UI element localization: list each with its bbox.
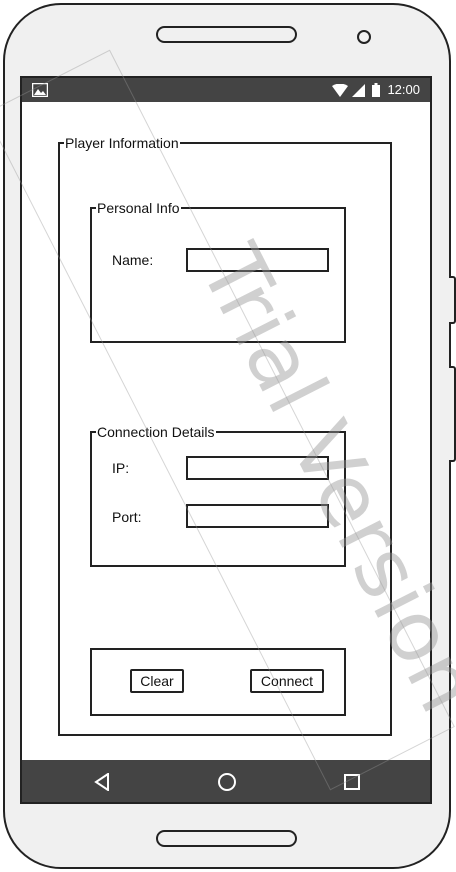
power-button [449, 276, 456, 324]
clear-button[interactable]: Clear [130, 669, 184, 693]
home-icon[interactable] [217, 772, 237, 792]
back-icon[interactable] [94, 773, 110, 791]
connect-button[interactable]: Connect [250, 669, 324, 693]
ip-label: IP: [112, 460, 130, 476]
status-time: 12:00 [387, 82, 420, 97]
port-label: Port: [112, 509, 142, 525]
connection-details-legend: Connection Details [97, 424, 215, 440]
name-label: Name: [112, 252, 154, 268]
ip-input[interactable] [186, 456, 329, 480]
speaker-grille [156, 26, 297, 43]
player-information-legend: Player Information [65, 135, 179, 151]
volume-button [449, 366, 456, 462]
status-bar: 12:00 [22, 78, 430, 102]
wifi-icon [332, 84, 348, 97]
personal-info-group: Personal Info [90, 201, 346, 343]
image-icon [32, 83, 48, 97]
bottom-speaker [156, 830, 297, 847]
port-input[interactable] [186, 504, 329, 528]
personal-info-legend: Personal Info [97, 200, 180, 216]
name-input[interactable] [186, 248, 329, 272]
front-camera [357, 30, 371, 44]
connection-details-group: Connection Details [90, 425, 346, 567]
recent-apps-icon[interactable] [344, 774, 360, 790]
battery-icon [372, 83, 380, 97]
signal-icon [352, 84, 365, 97]
screen: 12:00 Player Information Personal Info N… [20, 76, 432, 804]
navigation-bar [22, 760, 430, 802]
